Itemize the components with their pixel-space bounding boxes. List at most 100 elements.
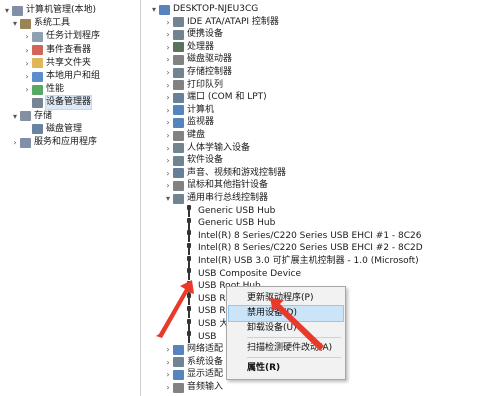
expand-chevron-icon[interactable]: ▾ xyxy=(2,4,12,17)
usb-device-item[interactable]: Intel(R) 8 Series/C220 Series USB EHCI #… xyxy=(185,230,422,243)
usb-device-item[interactable]: Generic USB Hub xyxy=(185,217,275,230)
expand-chevron-icon[interactable]: › xyxy=(22,57,32,70)
services-icon xyxy=(20,137,31,148)
context-menu-item[interactable]: 禁用设备(D) xyxy=(228,305,344,322)
nav-item[interactable]: 磁盘管理 xyxy=(22,123,82,136)
nav-item[interactable]: › 共享文件夹 xyxy=(22,57,91,70)
expand-chevron-icon[interactable]: › xyxy=(163,154,173,167)
expand-chevron-icon[interactable]: › xyxy=(163,28,173,41)
usb-device-item[interactable]: Intel(R) 8 Series/C220 Series USB EHCI #… xyxy=(185,242,423,255)
expand-chevron-icon[interactable]: › xyxy=(163,142,173,155)
expand-chevron-icon[interactable]: › xyxy=(163,356,173,369)
expand-chevron-icon[interactable]: › xyxy=(22,44,32,57)
expand-chevron-icon[interactable]: › xyxy=(163,179,173,192)
device-category[interactable]: › 键盘 xyxy=(163,129,205,142)
device-tree-root[interactable]: ▾ DESKTOP-NJEU3CG xyxy=(149,3,258,16)
expand-chevron-icon[interactable]: › xyxy=(22,30,32,43)
expand-chevron-icon[interactable]: › xyxy=(163,66,173,79)
usb-device-item[interactable]: USB 大 xyxy=(185,318,228,331)
usb-device-item[interactable]: USB Composite Device xyxy=(185,268,301,281)
nav-item[interactable]: 设备管理器 xyxy=(22,95,93,111)
device-category[interactable]: › 鼠标和其他指针设备 xyxy=(163,179,268,192)
device-category[interactable]: › 系统设备 xyxy=(163,356,223,369)
display-adapter-icon xyxy=(173,369,184,380)
device-label: 存储控制器 xyxy=(187,67,233,77)
device-category[interactable]: › 计算机 xyxy=(163,104,214,117)
collapse-chevron-icon[interactable]: ▾ xyxy=(163,192,173,205)
nav-item-label: 性能 xyxy=(46,84,65,95)
usb-device-item[interactable]: Intel(R) USB 3.0 可扩展主机控制器 - 1.0 (Microso… xyxy=(185,255,419,268)
device-manager-icon xyxy=(32,97,43,108)
expand-chevron-icon[interactable]: › xyxy=(22,83,32,96)
nav-item[interactable]: › 性能 xyxy=(22,83,64,96)
expand-chevron-icon[interactable]: › xyxy=(163,167,173,180)
expand-chevron-icon[interactable]: ▾ xyxy=(10,110,20,123)
sound-icon xyxy=(173,168,184,179)
context-menu-item[interactable]: 卸载设备(U) xyxy=(229,321,343,336)
expand-chevron-icon[interactable]: › xyxy=(163,104,173,117)
nav-item-label: 服务和应用程序 xyxy=(34,137,98,147)
nav-item[interactable]: ▾ 系统工具 xyxy=(10,17,70,30)
usb-device-item[interactable]: Generic USB Hub xyxy=(185,205,275,218)
menu-separator xyxy=(247,337,341,338)
context-menu-item[interactable]: 更新驱动程序(P) xyxy=(229,291,343,306)
device-category[interactable]: › IDE ATA/ATAPI 控制器 xyxy=(163,16,279,29)
nav-item[interactable]: › 事件查看器 xyxy=(22,44,91,57)
software-device-icon xyxy=(173,155,184,166)
device-category[interactable]: › 声音、视频和游戏控制器 xyxy=(163,167,286,180)
hid-icon xyxy=(173,143,184,154)
usb-device-item[interactable]: USB R xyxy=(185,293,226,306)
device-label: Intel(R) 8 Series/C220 Series USB EHCI #… xyxy=(198,230,422,241)
nav-item[interactable]: › 服务和应用程序 xyxy=(10,136,97,149)
device-category[interactable]: › 显示适配 xyxy=(163,368,223,381)
expand-chevron-icon[interactable]: › xyxy=(163,41,173,54)
device-label: 磁盘驱动器 xyxy=(187,54,233,65)
device-category[interactable]: › 软件设备 xyxy=(163,154,223,167)
nav-item[interactable]: › 本地用户和组 xyxy=(22,70,100,83)
disk-drive-icon xyxy=(173,54,184,65)
context-menu-item[interactable]: 扫描检测硬件改动(A) xyxy=(229,341,343,356)
device-category[interactable]: › 便携设备 xyxy=(163,28,223,41)
device-label: 声音、视频和游戏控制器 xyxy=(187,167,287,178)
device-label: Intel(R) 8 Series/C220 Series USB EHCI #… xyxy=(198,243,423,254)
expand-chevron-icon[interactable]: › xyxy=(163,53,173,66)
device-category[interactable]: › 磁盘驱动器 xyxy=(163,53,232,66)
expand-chevron-icon[interactable]: › xyxy=(163,91,173,104)
nav-item-label: 计算机管理(本地) xyxy=(26,5,97,15)
expand-chevron-icon[interactable]: › xyxy=(163,343,173,356)
usb-plug-icon xyxy=(185,255,193,268)
expand-chevron-icon[interactable]: › xyxy=(163,16,173,29)
device-category[interactable]: › 打印队列 xyxy=(163,79,223,92)
device-label: 网络适配 xyxy=(187,344,224,355)
collapse-chevron-icon[interactable]: ▾ xyxy=(149,3,159,16)
device-category[interactable]: › 音频输入 xyxy=(163,381,223,394)
device-label: Generic USB Hub xyxy=(198,218,276,229)
device-category[interactable]: › 处理器 xyxy=(163,41,214,54)
expand-chevron-icon[interactable]: ▾ xyxy=(10,17,20,30)
usb-device-item[interactable]: USB xyxy=(185,331,216,344)
device-label: USB R xyxy=(198,293,226,304)
context-menu-item[interactable]: 属性(R) xyxy=(229,361,343,376)
device-category[interactable]: › 端口 (COM 和 LPT) xyxy=(163,91,267,104)
expand-chevron-icon[interactable]: › xyxy=(163,381,173,394)
expand-chevron-icon[interactable]: › xyxy=(163,79,173,92)
device-label: 处理器 xyxy=(187,41,215,52)
device-category[interactable]: › 存储控制器 xyxy=(163,66,232,79)
expand-chevron-icon[interactable]: › xyxy=(163,368,173,381)
device-category[interactable]: › 监视器 xyxy=(163,116,214,129)
nav-item[interactable]: ▾ 计算机管理(本地) xyxy=(2,4,96,17)
nav-item[interactable]: ▾ 存储 xyxy=(10,110,52,123)
printer-icon xyxy=(173,80,184,91)
device-category[interactable]: › 网络适配 xyxy=(163,343,223,356)
device-label: 便携设备 xyxy=(187,29,224,40)
device-category[interactable]: ▾ 通用串行总线控制器 xyxy=(163,192,268,205)
expand-chevron-icon[interactable]: › xyxy=(22,70,32,83)
usb-device-item[interactable]: USB R xyxy=(185,305,226,318)
device-category[interactable]: › 人体学输入设备 xyxy=(163,142,250,155)
expand-chevron-icon[interactable]: › xyxy=(10,136,20,149)
expand-chevron-icon[interactable]: › xyxy=(163,129,173,142)
nav-item-label: 任务计划程序 xyxy=(46,31,101,42)
nav-item[interactable]: › 任务计划程序 xyxy=(22,30,100,43)
computer-icon xyxy=(159,4,170,15)
expand-chevron-icon[interactable]: › xyxy=(163,116,173,129)
